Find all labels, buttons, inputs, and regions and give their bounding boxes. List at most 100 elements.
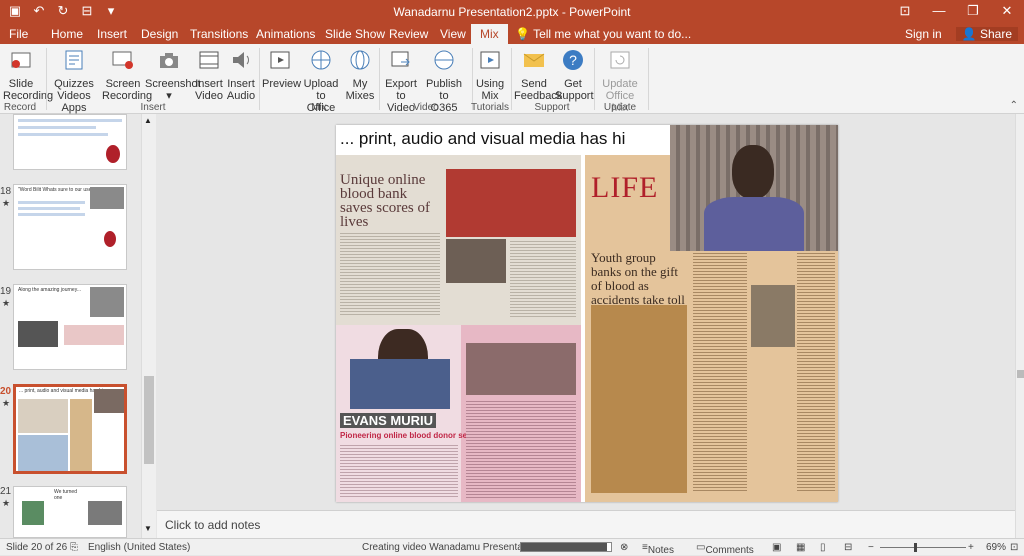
subtitle-banner: Pioneering online blood donor service <box>340 431 486 440</box>
tab-file[interactable]: File <box>9 27 28 41</box>
slide-scrollbar[interactable] <box>1015 114 1024 538</box>
scroll-down-icon[interactable]: ▼ <box>144 524 152 533</box>
tab-mix[interactable]: Mix <box>471 24 508 44</box>
normal-view-icon[interactable]: ▣ <box>772 542 781 553</box>
insert-audio-button[interactable]: Insert Audio <box>226 48 256 102</box>
tutorial-icon <box>480 51 500 69</box>
close-icon[interactable]: ✕ <box>990 0 1024 24</box>
send-feedback-button[interactable]: Send Feedback <box>514 48 562 102</box>
scroll-up-icon[interactable]: ▲ <box>144 116 152 125</box>
tab-home[interactable]: Home <box>51 27 83 41</box>
tab-transitions[interactable]: Transitions <box>190 27 248 41</box>
tab-slide-show[interactable]: Slide Show <box>325 27 385 41</box>
group-video-label: Video <box>413 102 439 113</box>
share-button[interactable]: 👤 Share <box>955 27 1018 41</box>
quiz-icon <box>65 50 83 70</box>
screen-recording-button[interactable]: Screen Recording <box>102 48 152 102</box>
tab-view[interactable]: View <box>440 27 466 41</box>
maximize-icon[interactable]: ❐ <box>956 0 990 24</box>
tab-design[interactable]: Design <box>141 27 178 41</box>
newspaper-clipping-1: Unique online blood bank saves scores of… <box>336 155 581 325</box>
zoom-level[interactable]: 69% <box>986 542 1006 553</box>
article-text <box>466 399 576 499</box>
notes-pane[interactable]: Click to add notes <box>157 510 1015 538</box>
slide-canvas[interactable]: ... print, audio and visual media has hi… <box>336 125 838 502</box>
zoom-in-icon[interactable]: + <box>968 542 974 553</box>
language-status[interactable]: English (United States) <box>88 542 190 553</box>
slide-number: 20 <box>0 386 12 397</box>
slide-thumbnail[interactable]: Along the amazing journey... <box>13 284 127 370</box>
envelope-icon <box>523 53 545 67</box>
cancel-task-icon[interactable]: ⊗ <box>620 542 628 553</box>
headline-1: Unique online blood bank saves scores of… <box>340 172 430 230</box>
article-text <box>340 231 440 317</box>
notes-placeholder[interactable]: Click to add notes <box>165 518 260 532</box>
my-mixes-button[interactable]: My Mixes <box>345 48 375 102</box>
animation-star-icon: ★ <box>2 398 11 408</box>
tell-me-search[interactable]: 💡 Tell me what you want to do... <box>515 27 691 41</box>
article-text <box>693 251 747 491</box>
slide-recording-button[interactable]: Slide Recording <box>3 48 53 102</box>
collapse-ribbon-icon[interactable]: ⌃ <box>1010 100 1018 111</box>
comments-toggle[interactable]: ▭ Comments <box>696 542 754 556</box>
person-icon: 👤 <box>961 27 977 41</box>
tab-animations[interactable]: Animations <box>256 27 315 41</box>
group-mix-label: Mix <box>311 102 327 113</box>
globe-upload-icon <box>311 50 331 70</box>
ribbon-display-icon[interactable]: ⊡ <box>888 0 922 24</box>
get-support-button[interactable]: ? Get Support <box>555 48 594 102</box>
thumbnails-scrollbar[interactable]: ▲ ▼ <box>141 114 156 538</box>
spellcheck-icon[interactable]: ⎘ <box>70 542 78 553</box>
tab-insert[interactable]: Insert <box>97 27 127 41</box>
presenter-face <box>732 145 774 199</box>
update-icon <box>610 51 630 69</box>
notes-toggle[interactable]: ≡ Notes <box>642 542 674 556</box>
fit-to-window-icon[interactable]: ⊡ <box>1010 542 1018 553</box>
magazine-spread: EVANS MURIU Pioneering online blood dono… <box>336 325 581 502</box>
help-icon: ? <box>563 50 583 70</box>
slide-thumbnail[interactable]: We turned one <box>13 486 127 538</box>
lightbulb-icon: 💡 <box>515 27 530 41</box>
scroll-thumb[interactable] <box>144 376 154 464</box>
record-icon <box>11 52 31 68</box>
preview-icon <box>270 51 290 69</box>
reading-view-icon[interactable]: ▯ <box>820 542 826 553</box>
window-title: Wanadarnu Presentation2.pptx - PowerPoin… <box>393 5 631 19</box>
group-support-label: Support <box>534 102 570 113</box>
scroll-thumb[interactable] <box>1017 370 1024 378</box>
slideshow-icon[interactable]: ⊟ <box>844 542 852 553</box>
group-tutorials-label: Tutorials <box>471 102 509 113</box>
minimize-icon[interactable]: — <box>922 0 956 24</box>
slide-sorter-icon[interactable]: ▦ <box>796 542 805 553</box>
insert-video-button[interactable]: Insert Video <box>194 48 224 102</box>
svg-text:?: ? <box>569 52 577 68</box>
article-text <box>340 443 458 499</box>
slide-number: 19 <box>0 286 12 297</box>
headline-2: Youth group banks on the gift of blood a… <box>591 250 685 307</box>
shirt-photo <box>350 359 450 409</box>
using-mix-button[interactable]: Using Mix <box>475 48 505 102</box>
screenshot-button[interactable]: Screenshot ▾ <box>145 48 201 102</box>
screen-record-icon <box>112 51 133 69</box>
slide-thumbnail-selected[interactable]: ... print, audio and visual media has hi <box>13 384 127 474</box>
slide-number: 21 <box>0 486 12 497</box>
name-banner: EVANS MURIU <box>340 413 437 428</box>
title-bar: ▣ ↶ ↻ ⊟ ▾ Wanadarnu Presentation2.pptx -… <box>0 0 1024 24</box>
zoom-slider[interactable] <box>880 547 966 548</box>
ribbon-tabs: File Home Insert Design Transitions Anim… <box>0 24 1024 44</box>
slide-caption[interactable]: ... print, audio and visual media has hi <box>340 129 670 155</box>
publish-globe-icon <box>434 50 454 70</box>
group-insert-label: Insert <box>140 102 166 113</box>
blood-bags-photo <box>446 169 576 237</box>
zoom-out-icon[interactable]: − <box>868 542 874 553</box>
sign-in-link[interactable]: Sign in <box>905 27 942 41</box>
webcam-video-overlay[interactable] <box>670 125 838 251</box>
zoom-slider-thumb[interactable] <box>914 543 917 552</box>
slide-thumbnail[interactable] <box>13 114 127 170</box>
slide-thumbnail[interactable]: "Word Bilit Whats sure to our users" <box>13 184 127 270</box>
speaker-icon <box>233 52 249 68</box>
photo <box>466 343 576 395</box>
tab-review[interactable]: Review <box>389 27 428 41</box>
task-progress-bar <box>520 542 612 552</box>
preview-button[interactable]: Preview <box>262 48 301 90</box>
